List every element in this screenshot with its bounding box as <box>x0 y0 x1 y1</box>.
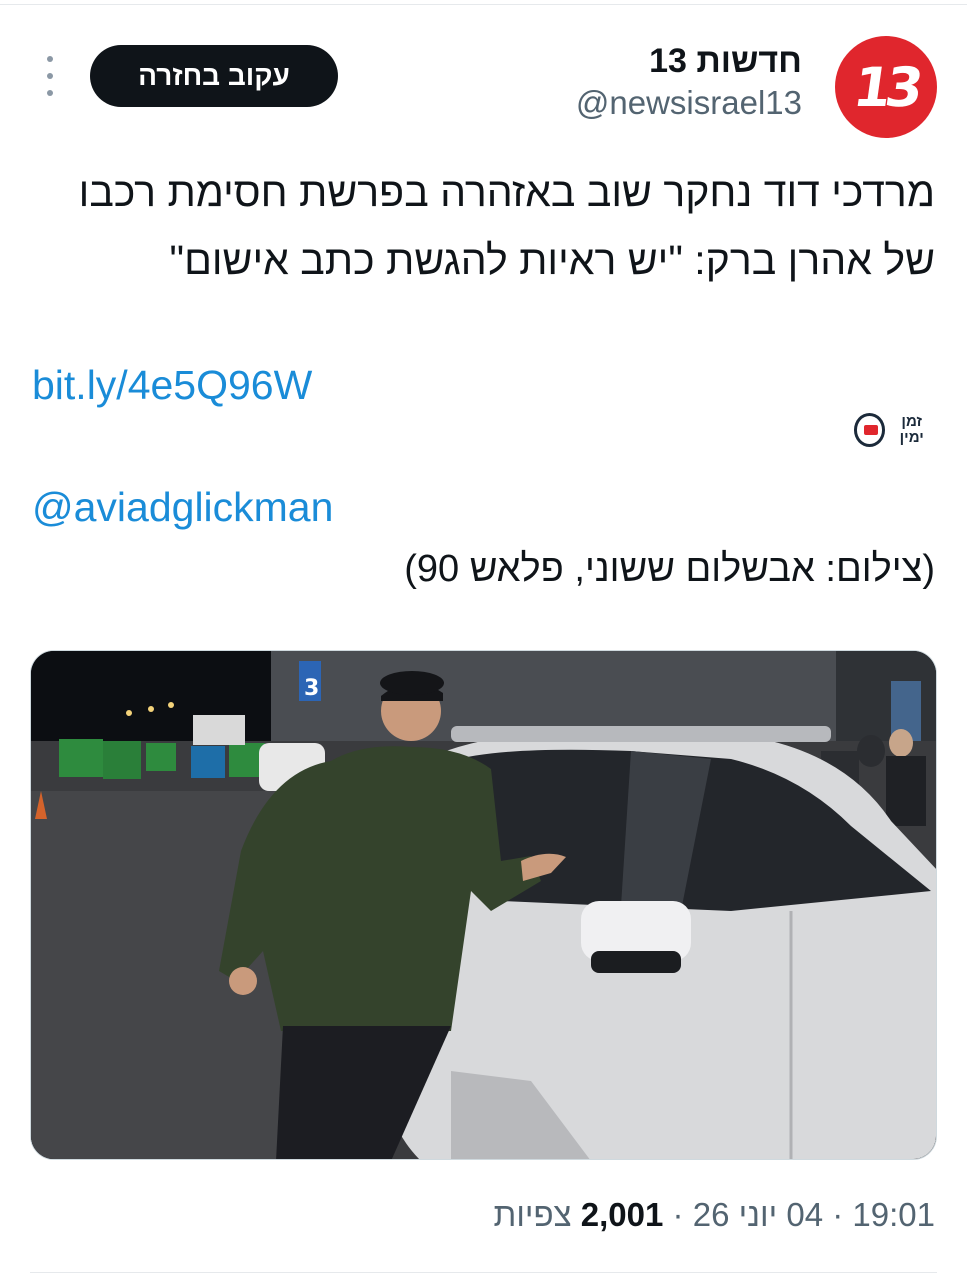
views-count[interactable]: 2,001 <box>581 1196 664 1233</box>
photo-illustration: 3 <box>31 651 936 1159</box>
bottom-divider <box>30 1272 937 1273</box>
more-vertical-icon[interactable] <box>40 56 60 96</box>
tweet-date: 04 יוני 26 <box>692 1196 824 1233</box>
tweet-meta: 19:01 · 04 יוני 26 · 2,001 צפיות <box>494 1196 935 1234</box>
tweet-time: 19:01 <box>852 1196 935 1233</box>
zman-yamin-badge: זמן ימין <box>854 408 934 452</box>
separator: · <box>672 1196 684 1233</box>
display-name[interactable]: חדשות 13 <box>649 42 802 81</box>
dot <box>47 90 53 96</box>
photo-credit: (צילום: אבשלום ששוני, פלאש 90) <box>404 548 935 590</box>
tweet-photo[interactable]: 3 <box>30 650 937 1160</box>
channel-13-logo: 13 <box>849 55 923 119</box>
brand-text: זמן ימין <box>899 413 924 446</box>
dot <box>47 56 53 62</box>
separator: · <box>832 1196 844 1233</box>
avatar[interactable]: 13 <box>835 36 937 138</box>
mention-link[interactable]: @aviadglickman <box>32 484 333 531</box>
user-handle[interactable]: @newsisrael13 <box>576 84 802 122</box>
shortened-link[interactable]: bit.ly/4e5Q96W <box>32 362 312 409</box>
top-divider <box>0 4 967 5</box>
follow-back-button[interactable]: עקוב בחזרה <box>90 45 338 107</box>
views-label: צפיות <box>493 1196 572 1233</box>
sign-number: 3 <box>304 676 319 701</box>
clock-megaphone-icon <box>854 413 886 447</box>
dot <box>47 73 53 79</box>
tweet-text: מרדכי דוד נחקר שוב באזהרה בפרשת חסימת רכ… <box>78 169 935 283</box>
